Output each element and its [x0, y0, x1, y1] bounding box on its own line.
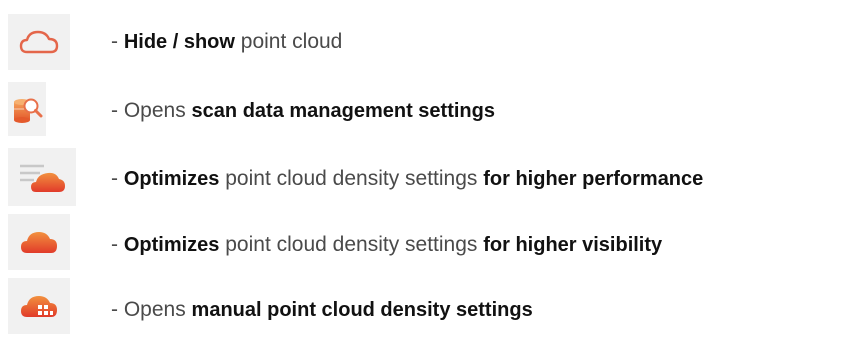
- desc-part: point cloud density settings: [219, 167, 484, 190]
- dash: -: [111, 167, 124, 190]
- desc-part: Opens: [123, 298, 192, 321]
- dash: -: [111, 99, 124, 122]
- legend-description: - Opens manual point cloud density setti…: [111, 299, 533, 320]
- desc-part: Opens: [123, 99, 192, 122]
- legend-row: - Optimizes point cloud density settings…: [0, 214, 855, 274]
- cloud-filled-icon: [21, 232, 57, 253]
- desc-part: Hide / show: [123, 31, 235, 53]
- legend-description: - Opens scan data management settings: [111, 100, 495, 121]
- legend-description: - Optimizes point cloud density settings…: [111, 168, 703, 189]
- dash: -: [111, 233, 124, 256]
- legend-row: - Opens scan data management settings: [0, 78, 855, 138]
- desc-part: Optimizes: [123, 234, 220, 256]
- desc-part: for higher visibility: [483, 234, 663, 256]
- desc-part: manual point cloud density settings: [191, 299, 533, 321]
- legend-row: - Optimizes point cloud density settings…: [0, 148, 855, 208]
- scan-data-search-icon: [14, 98, 43, 123]
- cloud-performance-icon-box[interactable]: [8, 148, 76, 206]
- cloud-density-grid-icon-box[interactable]: [8, 278, 70, 334]
- cloud-density-grid-icon: [21, 296, 57, 317]
- dash: -: [111, 298, 124, 321]
- desc-part: point cloud density settings: [219, 233, 484, 256]
- desc-part: for higher performance: [483, 168, 704, 190]
- cloud-performance-icon: [20, 164, 65, 192]
- dash: -: [111, 30, 124, 53]
- cloud-outline-icon-box[interactable]: [8, 14, 70, 70]
- desc-part: point cloud: [234, 30, 343, 53]
- scan-data-search-icon-box[interactable]: [8, 82, 46, 136]
- desc-part: Optimizes: [123, 168, 220, 190]
- cloud-filled-icon-box[interactable]: [8, 214, 70, 270]
- legend-description: - Hide / show point cloud: [111, 31, 342, 52]
- legend-description: - Optimizes point cloud density settings…: [111, 234, 662, 255]
- legend-row: - Opens manual point cloud density setti…: [0, 276, 855, 336]
- cloud-outline-icon: [19, 30, 59, 54]
- legend-row: - Hide / show point cloud: [0, 10, 855, 70]
- desc-part: scan data management settings: [191, 100, 495, 122]
